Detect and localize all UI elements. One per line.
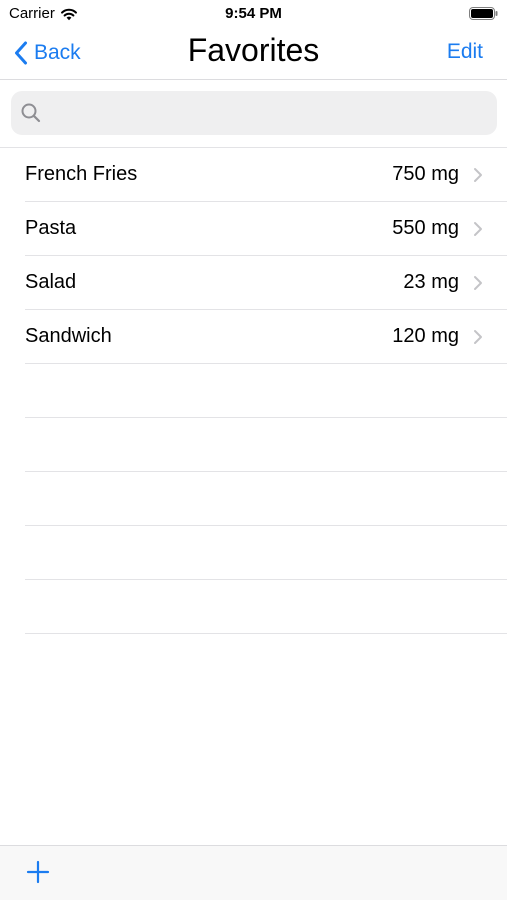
item-value: 23 mg: [403, 271, 459, 293]
chevron-right-icon: [474, 330, 482, 344]
plus-icon[interactable]: [26, 860, 50, 884]
status-time: 9:54 PM: [225, 5, 282, 22]
search-icon: [21, 103, 41, 123]
chevron-right-icon: [474, 168, 482, 182]
empty-row: [25, 580, 507, 634]
list-item[interactable]: French Fries 750 mg: [25, 148, 507, 202]
chevron-right-icon: [474, 276, 482, 290]
empty-row: [25, 364, 507, 418]
search-input[interactable]: [42, 91, 497, 135]
page-title: Favorites: [187, 32, 320, 68]
item-name: French Fries: [25, 163, 138, 185]
item-value: 750 mg: [392, 163, 459, 185]
bottom-toolbar: [0, 845, 507, 900]
list-item[interactable]: Pasta 550 mg: [25, 202, 507, 256]
item-value: 550 mg: [392, 217, 459, 239]
battery-icon: [469, 7, 498, 20]
favorites-list: French Fries 750 mg Pasta 550 mg Salad 2…: [0, 148, 507, 634]
empty-row: [25, 418, 507, 472]
favorites-screen: Carrier 9:54 PM Back Favorites Edit Fren…: [0, 0, 507, 900]
list-item[interactable]: Sandwich 120 mg: [25, 310, 507, 364]
item-name: Sandwich: [25, 325, 112, 347]
empty-row: [25, 472, 507, 526]
search-field[interactable]: [11, 91, 497, 135]
chevron-right-icon: [474, 222, 482, 236]
navigation-bar: Back Favorites Edit: [0, 28, 507, 80]
list-item[interactable]: Salad 23 mg: [25, 256, 507, 310]
item-name: Pasta: [25, 217, 77, 239]
status-bar: Carrier 9:54 PM: [0, 0, 507, 28]
edit-button[interactable]: Edit: [447, 40, 483, 64]
item-name: Salad: [25, 271, 77, 293]
empty-row: [25, 526, 507, 580]
item-value: 120 mg: [392, 325, 459, 347]
